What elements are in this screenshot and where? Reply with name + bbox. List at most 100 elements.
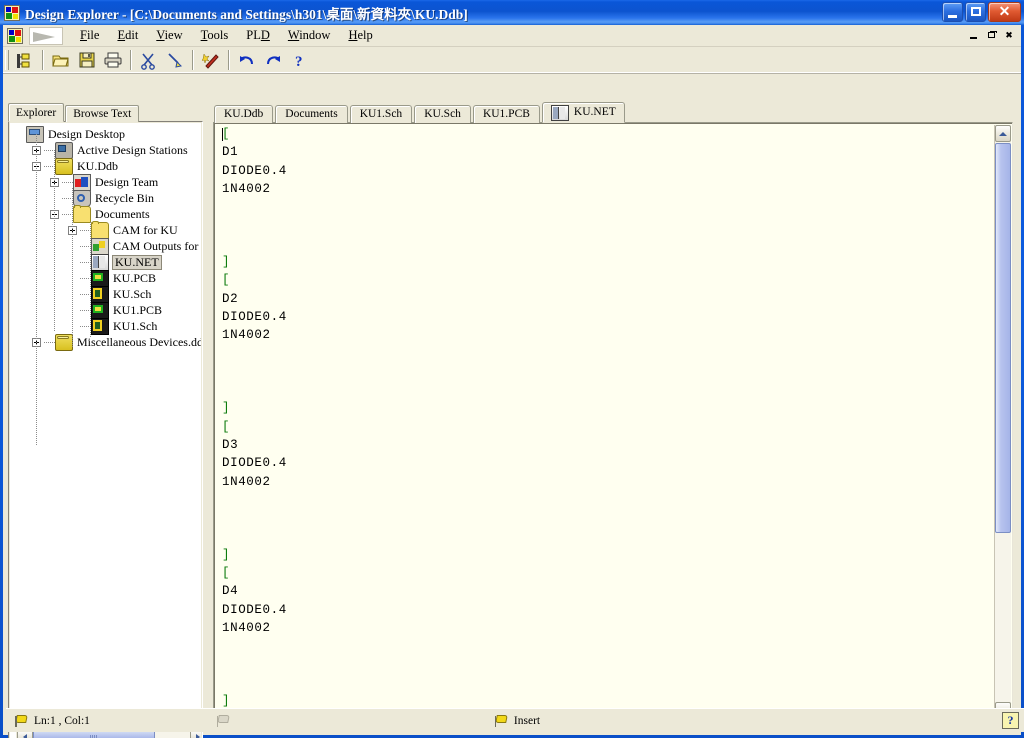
menu-view-label: iew xyxy=(165,28,183,42)
menu-view[interactable]: View xyxy=(147,26,191,45)
schematic-icon xyxy=(91,318,109,335)
document-tab-ku-ddb[interactable]: KU.Ddb xyxy=(214,105,273,123)
status-secondary-cell xyxy=(208,711,236,731)
undo-icon[interactable] xyxy=(235,49,259,71)
status-mode-cell: Insert xyxy=(486,711,540,731)
help-icon[interactable]: ? xyxy=(287,49,311,71)
mdi-window-controls: ✖ xyxy=(965,28,1017,43)
tree-guide-line xyxy=(72,188,73,348)
code-line xyxy=(222,345,287,363)
netlist-icon xyxy=(91,254,109,271)
code-line: 1N4002 xyxy=(222,180,287,198)
tree-item[interactable]: Design Team xyxy=(10,174,201,190)
open-folder-icon[interactable] xyxy=(49,49,73,71)
toolbar-grip[interactable] xyxy=(5,50,9,70)
status-help-icon[interactable]: ? xyxy=(1002,712,1019,729)
menu-edit-label: dit xyxy=(125,28,138,42)
cut-icon[interactable] xyxy=(137,49,161,71)
code-line xyxy=(222,637,287,655)
tree-item[interactable]: KU.Sch xyxy=(10,286,201,302)
redo-icon[interactable] xyxy=(261,49,285,71)
menu-pld[interactable]: PLD xyxy=(237,26,279,45)
menu-help[interactable]: Help xyxy=(339,26,381,45)
vscroll-thumb[interactable] xyxy=(995,143,1011,533)
status-position-cell: Ln:1 , Col:1 xyxy=(6,711,90,731)
tree-item-label: Design Team xyxy=(94,175,159,190)
tree-item[interactable]: KU.PCB xyxy=(10,270,201,286)
design-explorer-icon xyxy=(4,5,20,21)
tree-item[interactable]: Miscellaneous Devices.ddb xyxy=(10,334,201,350)
tree-item-label: CAM for KU xyxy=(112,223,179,238)
tree-item[interactable]: Active Design Stations xyxy=(10,142,201,158)
toolbar-separator-2 xyxy=(130,50,132,70)
document-tab-ku1-sch[interactable]: KU1.Sch xyxy=(350,105,413,123)
minimize-button[interactable] xyxy=(942,2,963,22)
maximize-button[interactable] xyxy=(965,2,986,22)
code-bracket: ] xyxy=(222,694,230,708)
tree-item-label: KU.Ddb xyxy=(76,159,119,174)
code-line: [ xyxy=(222,125,287,143)
document-tab-label: Documents xyxy=(285,106,337,123)
menu-tools[interactable]: Tools xyxy=(192,26,238,45)
menu-file[interactable]: File xyxy=(71,26,108,45)
tree-item[interactable]: KU.NET xyxy=(10,254,201,270)
paste-icon[interactable] xyxy=(163,49,187,71)
mdi-restore-button[interactable] xyxy=(983,28,999,43)
menu-edit[interactable]: Edit xyxy=(108,26,147,45)
tree-item[interactable]: Recycle Bin xyxy=(10,190,201,206)
scroll-up-button[interactable] xyxy=(995,125,1011,142)
mdi-close-button[interactable]: ✖ xyxy=(1001,28,1017,43)
tree-item-label: KU1.PCB xyxy=(112,303,163,318)
application-window: Design Explorer - [C:\Documents and Sett… xyxy=(0,0,1024,738)
tree-item-label: CAM Outputs for KU xyxy=(112,239,202,254)
window-title: Design Explorer - [C:\Documents and Sett… xyxy=(25,3,468,23)
mdi-app-icon[interactable] xyxy=(7,28,23,44)
mdi-minimize-button[interactable] xyxy=(965,28,981,43)
cursor-tool-icon[interactable] xyxy=(29,27,63,45)
code-bracket: ] xyxy=(222,255,230,269)
menu-window[interactable]: Window xyxy=(279,26,340,45)
menu-tools-label: ools xyxy=(207,28,228,42)
code-line xyxy=(222,528,287,546)
menu-help-label: elp xyxy=(357,28,372,42)
team-icon xyxy=(73,174,91,191)
status-flag-inactive-icon xyxy=(216,715,231,727)
code-line xyxy=(222,509,287,527)
tree-item-label: Active Design Stations xyxy=(76,143,189,158)
document-tab-ku-net[interactable]: KU.NET xyxy=(542,102,625,123)
tree-item[interactable]: Documents xyxy=(10,206,201,222)
code-line xyxy=(222,198,287,216)
document-tab-ku1-pcb[interactable]: KU1.PCB xyxy=(473,105,540,123)
tree-item[interactable]: CAM Outputs for KU xyxy=(10,238,201,254)
code-line: [ xyxy=(222,418,287,436)
sidebar-tab-explorer[interactable]: Explorer xyxy=(8,103,64,122)
code-line: 1N4002 xyxy=(222,473,287,491)
code-line: D3 xyxy=(222,436,287,454)
code-line: D2 xyxy=(222,290,287,308)
wizard-icon[interactable] xyxy=(199,49,223,71)
code-line: DIODE0.4 xyxy=(222,308,287,326)
sidebar-tab-browse-text[interactable]: Browse Text xyxy=(65,105,139,122)
document-tab-documents[interactable]: Documents xyxy=(275,105,347,123)
tree-item[interactable]: CAM for KU xyxy=(10,222,201,238)
print-icon[interactable] xyxy=(101,49,125,71)
tree-item-label: Recycle Bin xyxy=(94,191,155,206)
save-icon[interactable] xyxy=(75,49,99,71)
tree-item[interactable]: KU1.PCB xyxy=(10,302,201,318)
explorer-panel-icon[interactable] xyxy=(13,49,37,71)
text-editor[interactable]: [D1DIODE0.41N4002 ][D2DIODE0.41N4002 ][D… xyxy=(214,123,1012,719)
tree-item[interactable]: Design Desktop xyxy=(10,126,201,142)
tree-item[interactable]: KU1.Sch xyxy=(10,318,201,334)
folder-icon xyxy=(73,206,91,223)
main-toolbar: ? xyxy=(3,47,1021,73)
document-tab-ku-sch[interactable]: KU.Sch xyxy=(414,105,471,123)
code-line xyxy=(222,216,287,234)
tree-item[interactable]: KU.Ddb xyxy=(10,158,201,174)
code-line: ] xyxy=(222,399,287,417)
editor-vertical-scrollbar[interactable] xyxy=(994,125,1011,719)
close-button[interactable]: ✕ xyxy=(988,2,1021,22)
tree-item-label: Miscellaneous Devices.ddb xyxy=(76,335,202,350)
menu-bar: File Edit View Tools PLD Window Help ✖ xyxy=(3,25,1021,47)
tree-item-label: Design Desktop xyxy=(47,127,126,142)
status-position-text: Ln:1 , Col:1 xyxy=(34,715,90,727)
